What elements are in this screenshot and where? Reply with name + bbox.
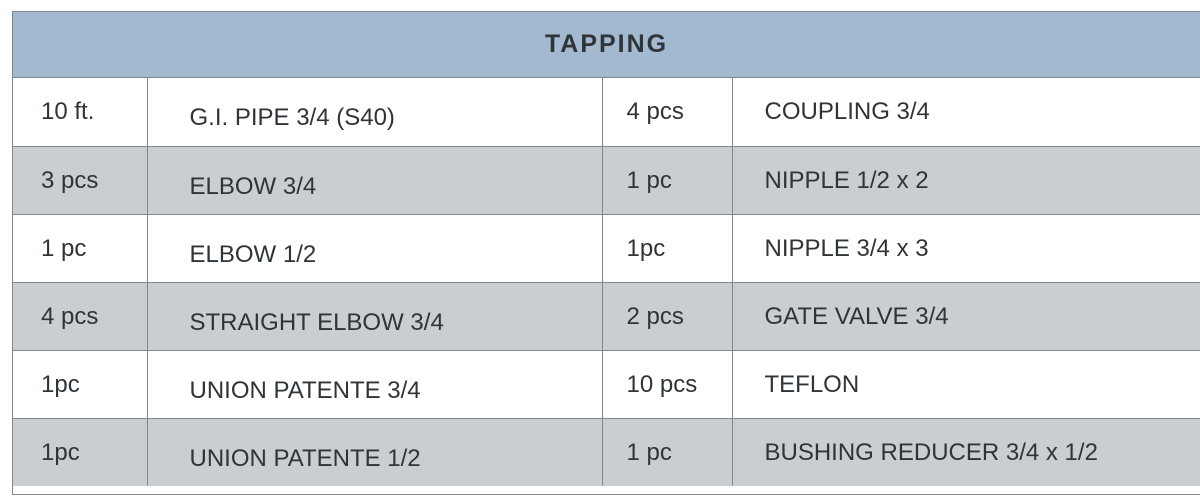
item-cell: NIPPLE 3/4 x 3 <box>732 214 1200 283</box>
item-cell: G.I. PIPE 3/4 (S40) <box>147 78 603 147</box>
item-cell: COUPLING 3/4 <box>732 78 1200 147</box>
table-row: 1 pc ELBOW 1/2 1pc NIPPLE 3/4 x 3 <box>13 214 1200 283</box>
item-cell: NIPPLE 1/2 x 2 <box>732 146 1200 215</box>
quantity-cell: 1pc <box>602 214 733 283</box>
table-row: 1pc UNION PATENTE 3/4 10 pcs TEFLON <box>13 350 1200 419</box>
quantity-cell: 1 pc <box>602 418 733 486</box>
item-cell: UNION PATENTE 3/4 <box>147 350 603 419</box>
item-cell: BUSHING REDUCER 3/4 x 1/2 <box>732 418 1200 486</box>
item-cell: TEFLON <box>732 350 1200 419</box>
table-title: TAPPING <box>13 12 1200 78</box>
quantity-cell: 1 pc <box>602 146 733 215</box>
table-row: 10 ft. G.I. PIPE 3/4 (S40) 4 pcs COUPLIN… <box>13 78 1200 147</box>
item-cell: ELBOW 1/2 <box>147 214 603 283</box>
quantity-cell: 2 pcs <box>602 282 733 351</box>
tapping-table: TAPPING 10 ft. G.I. PIPE 3/4 (S40) 4 pcs… <box>12 11 1200 495</box>
quantity-cell: 1pc <box>13 418 148 486</box>
quantity-cell: 10 ft. <box>13 78 148 147</box>
item-cell: GATE VALVE 3/4 <box>732 282 1200 351</box>
quantity-cell: 4 pcs <box>602 78 733 147</box>
materials-table: 10 ft. G.I. PIPE 3/4 (S40) 4 pcs COUPLIN… <box>13 78 1200 486</box>
quantity-cell: 10 pcs <box>602 350 733 419</box>
table-row: 3 pcs ELBOW 3/4 1 pc NIPPLE 1/2 x 2 <box>13 146 1200 215</box>
item-cell: UNION PATENTE 1/2 <box>147 418 603 486</box>
table-row: 4 pcs STRAIGHT ELBOW 3/4 2 pcs GATE VALV… <box>13 282 1200 351</box>
item-cell: STRAIGHT ELBOW 3/4 <box>147 282 603 351</box>
table-row: 1pc UNION PATENTE 1/2 1 pc BUSHING REDUC… <box>13 418 1200 486</box>
quantity-cell: 1pc <box>13 350 148 419</box>
item-cell: ELBOW 3/4 <box>147 146 603 215</box>
quantity-cell: 4 pcs <box>13 282 148 351</box>
quantity-cell: 3 pcs <box>13 146 148 215</box>
quantity-cell: 1 pc <box>13 214 148 283</box>
